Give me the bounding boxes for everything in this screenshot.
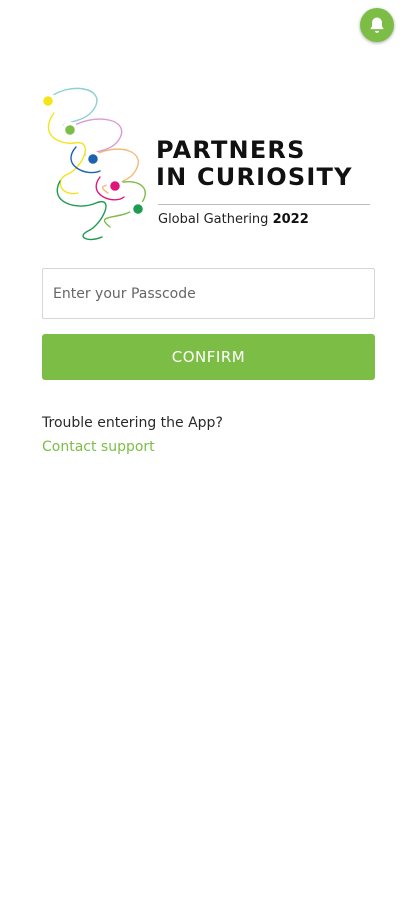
contact-support-link[interactable]: Contact support [42,439,155,455]
logo-divider [158,204,370,205]
bell-icon [370,17,384,33]
confirm-button[interactable]: CONFIRM [42,334,375,380]
logo-subtitle-text: Global Gathering [158,212,269,227]
logo-subtitle-year: 2022 [272,212,309,227]
app-logo: PARTNERS IN CURIOSITY Global Gathering 2… [38,85,383,245]
logo-title: PARTNERS IN CURIOSITY [156,137,353,191]
logo-title-line1: PARTNERS [156,136,306,164]
trouble-text: Trouble entering the App? [42,415,223,431]
passcode-input[interactable] [42,268,375,319]
logo-mark [39,87,147,241]
notification-button[interactable] [360,8,394,42]
logo-subtitle: Global Gathering 2022 [158,212,309,227]
logo-title-line2: IN CURIOSITY [156,163,353,191]
